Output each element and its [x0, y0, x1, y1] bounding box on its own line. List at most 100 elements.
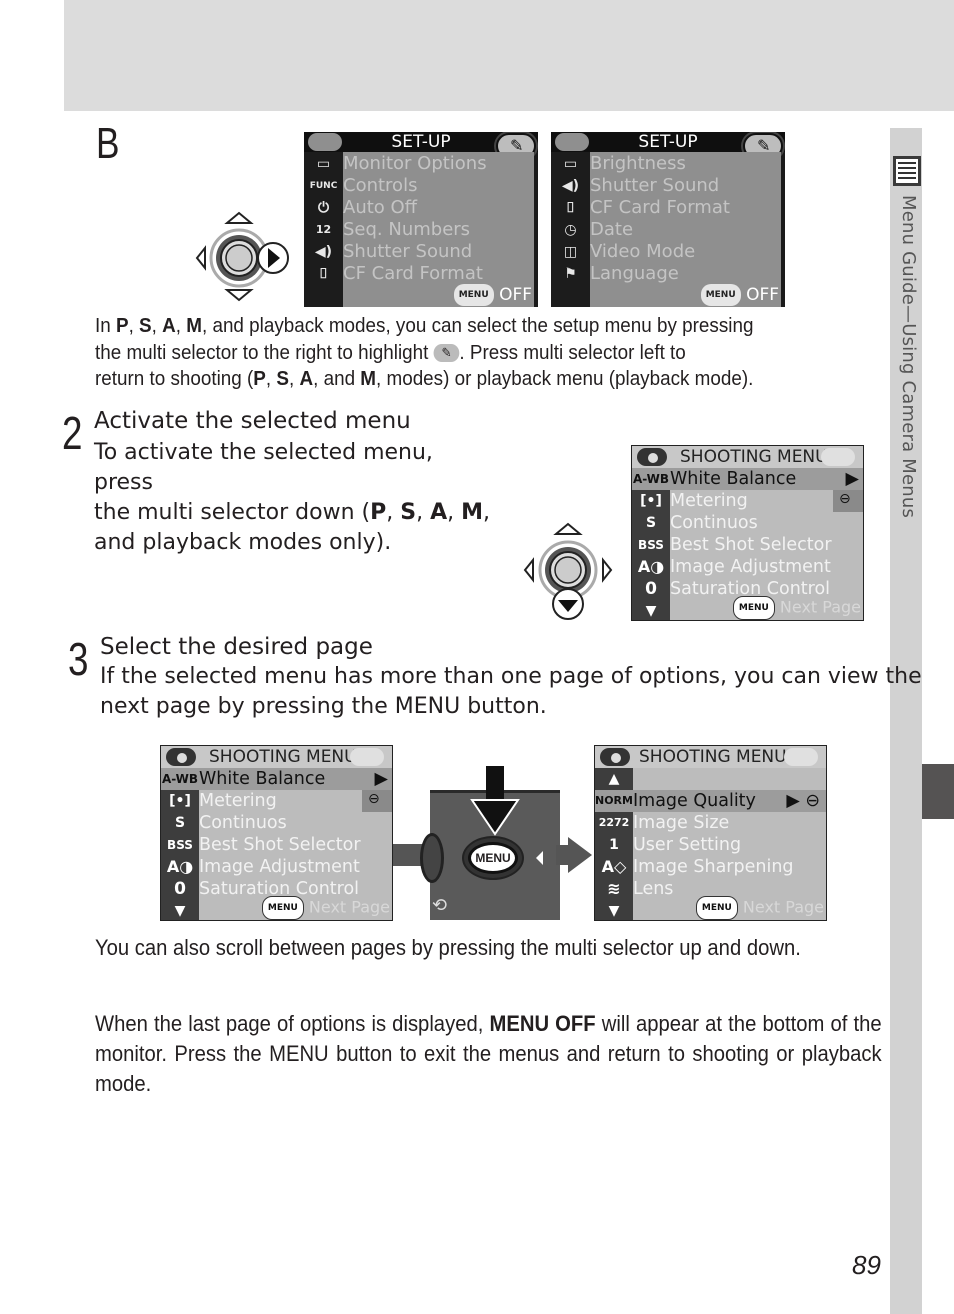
page-number: 89 — [852, 1250, 881, 1280]
menu-item[interactable]: Image Adjustment — [670, 556, 831, 578]
card-icon: ⌷ — [319, 266, 328, 282]
menu-off-note: When the last page of options is display… — [95, 1011, 882, 1096]
menu-item[interactable]: Monitor Options — [343, 153, 487, 175]
up-arrow-icon — [553, 522, 583, 535]
step-number: 3 — [68, 633, 89, 685]
monitor-icon: ▭ — [316, 156, 331, 172]
menu-item[interactable]: Seq. Numbers — [343, 219, 470, 241]
rotate-icon: ⟲ — [432, 895, 448, 916]
menu-item[interactable]: CF Card Format — [590, 197, 730, 219]
menu-item[interactable]: Image Adjustment — [199, 856, 360, 878]
camera-icon — [308, 133, 342, 151]
wrench-icon — [784, 748, 818, 766]
metering-icon: [•] — [169, 793, 191, 809]
step-number: 2 — [62, 407, 83, 459]
sharpening-icon: A◇ — [601, 857, 627, 876]
left-arrow-icon — [523, 557, 534, 583]
user-setting-icon: 1 — [609, 837, 619, 853]
sequence-icon: 12 — [315, 223, 332, 236]
menu-item[interactable]: User Setting — [633, 834, 741, 856]
press-arrow-icon — [470, 766, 520, 836]
menu-item[interactable]: Image Sharpening — [633, 856, 794, 878]
menu-button-icon: MENU — [695, 896, 738, 920]
metering-icon: [•] — [640, 493, 662, 509]
screen-title: SHOOTING MENU — [209, 747, 357, 767]
shooting-menu-screen-step2: SHOOTING MENU A-WB [•] S BSS A◑ 0 ▼ Whit… — [631, 445, 864, 621]
bss-icon: BSS — [167, 838, 193, 852]
quality-icon: NORM — [595, 790, 633, 812]
menu-item-selected[interactable]: White Balance ▶ — [670, 468, 863, 490]
bss-icon: BSS — [638, 538, 664, 552]
menu-item[interactable]: Auto Off — [343, 197, 417, 219]
playback-icon — [555, 133, 589, 151]
video-icon: ◫ — [563, 244, 578, 260]
continuous-icon: S — [174, 815, 186, 831]
monitor-icon: ▭ — [563, 156, 578, 172]
image-adjust-icon: A◑ — [637, 557, 665, 576]
step-title: Activate the selected menu — [94, 408, 411, 434]
menu-button-icon: MENU — [453, 284, 494, 306]
card-icon: ⌷ — [566, 200, 575, 216]
menu-item[interactable]: Continuos — [199, 812, 287, 834]
dial-icon: ⊖ — [839, 491, 851, 507]
menu-item[interactable]: Image Size — [633, 812, 729, 834]
continuous-icon: S — [645, 515, 657, 531]
menu-button-icon: MENU — [261, 896, 304, 920]
menu-item[interactable]: Best Shot Selector — [199, 834, 361, 856]
menu-item[interactable]: Lens — [633, 878, 673, 900]
menu-item[interactable]: Metering — [670, 490, 748, 512]
menu-item[interactable]: Brightness — [590, 153, 686, 175]
menu-off-footer: MENU OFF — [700, 284, 779, 306]
menu-item[interactable]: Shutter Sound — [343, 241, 472, 263]
camera-icon — [166, 748, 196, 766]
saturation-icon: 0 — [174, 879, 186, 899]
wrench-icon — [821, 448, 855, 466]
camera-icon — [600, 748, 630, 766]
next-page-footer: MENU Next Page — [732, 596, 861, 620]
menu-item[interactable]: Language — [590, 263, 679, 285]
multi-selector-down-diagram — [523, 522, 613, 620]
menu-item[interactable]: Shutter Sound — [590, 175, 719, 197]
speaker-icon: ◀) — [561, 178, 580, 194]
menu-button[interactable]: MENU — [468, 842, 518, 874]
image-size-icon: 2272 — [598, 816, 630, 829]
func-icon: FUNC — [309, 181, 338, 191]
next-arrow-icon — [556, 837, 592, 873]
step-title: Select the desired page — [100, 634, 373, 660]
menu-off-footer: MENU OFF — [453, 284, 532, 306]
setup-menu-playback-screen: SET-UP ✎ ▭ ◀) ⌷ ◷ ◫ ⚑ Brightness Shutter… — [551, 132, 785, 307]
screen-title: SHOOTING MENU — [680, 447, 828, 467]
menu-list-icon — [893, 156, 921, 186]
white-balance-icon: A-WB — [161, 768, 199, 790]
menu-item[interactable]: Best Shot Selector — [670, 534, 832, 556]
saturation-icon: 0 — [645, 579, 657, 599]
scroll-note: You can also scroll between pages by pre… — [95, 935, 801, 960]
section-letter: B — [96, 119, 120, 168]
menu-item[interactable]: Date — [590, 219, 633, 241]
scroll-down-icon: ▼ — [174, 903, 186, 919]
dial-icon: ⊖ — [368, 791, 380, 807]
menu-item[interactable]: CF Card Format — [343, 263, 483, 285]
step3-text: If the selected menu has more than one p… — [100, 664, 922, 719]
down-arrow-icon — [224, 289, 254, 302]
menu-item-selected[interactable]: Image Quality ▶ ⊖ — [633, 790, 826, 812]
camera-icon — [637, 448, 667, 466]
scroll-up-icon: ▲ — [608, 771, 620, 787]
menu-item[interactable]: Video Mode — [590, 241, 695, 263]
scroll-down-icon: ▼ — [645, 603, 657, 619]
language-icon: ⚑ — [564, 266, 577, 282]
multi-selector-right-diagram — [195, 211, 289, 302]
lens-icon: ≋ — [607, 879, 621, 898]
up-arrow-icon — [224, 211, 254, 224]
menu-item[interactable]: Controls — [343, 175, 417, 197]
menu-item[interactable]: Continuos — [670, 512, 758, 534]
menu-item-selected[interactable]: White Balance ▶ — [199, 768, 392, 790]
right-arrow-icon — [602, 557, 613, 583]
section-b-paragraph: In P, S, A, M, and playback modes, you c… — [95, 314, 754, 390]
right-arrow-icon: ▶ ⊖ — [786, 791, 820, 811]
menu-item[interactable]: Metering — [199, 790, 277, 812]
wrench-icon: ✎ — [433, 344, 460, 363]
setup-menu-shooting-screen: SET-UP ✎ ▭ FUNC ⏻ 12 ◀) ⌷ Monitor Option… — [304, 132, 538, 307]
menu-button-icon: MENU — [700, 284, 741, 306]
right-arrow-icon: ▶ — [374, 769, 388, 789]
